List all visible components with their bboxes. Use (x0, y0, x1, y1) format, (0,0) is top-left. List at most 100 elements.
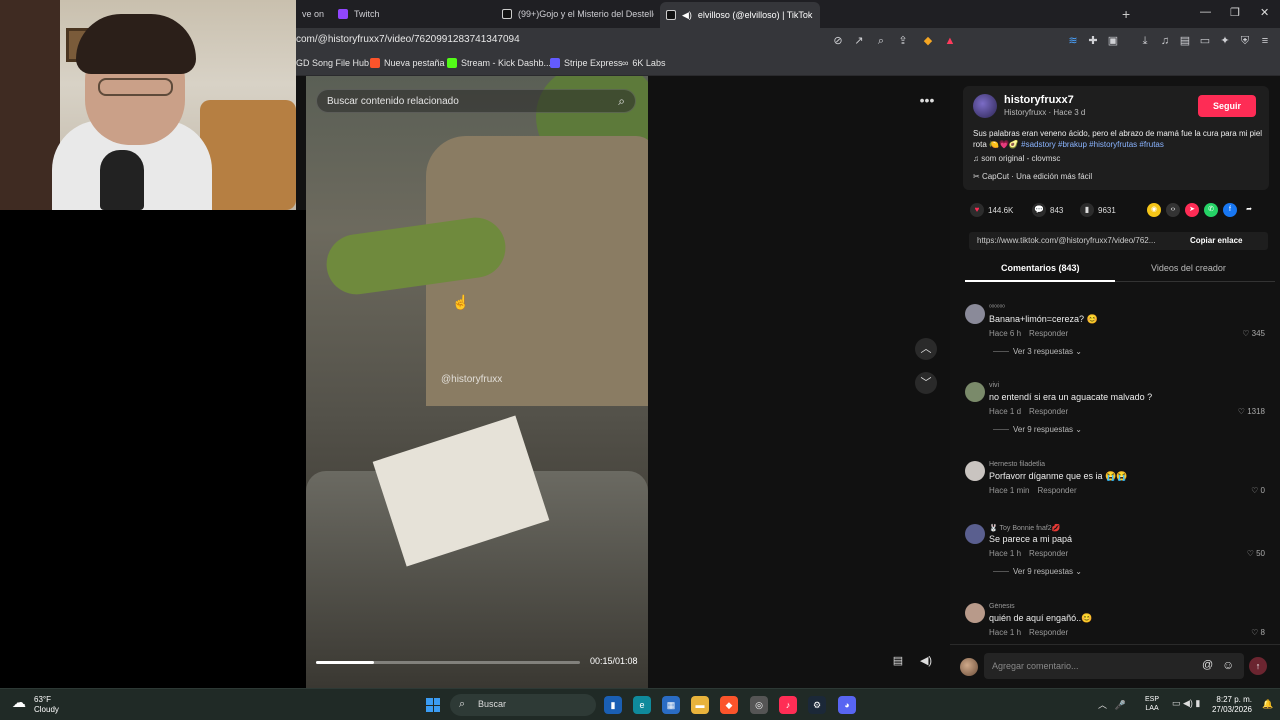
comment-likes[interactable]: ♡ 1318 (1238, 407, 1265, 416)
capcut-link[interactable]: ✂ CapCut · Una edición más fácil (973, 172, 1092, 181)
brave-shield-icon[interactable]: ◆ (921, 34, 935, 48)
brave-rewards-icon[interactable]: ▲ (943, 34, 957, 48)
language-indicator[interactable]: ESP LAA (1145, 695, 1159, 713)
description-tags[interactable]: #sadstory #brakup #historyfrutas #frutas (1021, 140, 1164, 149)
new-tab-button[interactable]: + (1122, 6, 1130, 22)
save-stat[interactable]: ▮ 9631 (1080, 203, 1116, 217)
comment-user[interactable]: Génesis (989, 603, 1015, 610)
creator-avatar[interactable] (973, 94, 997, 118)
comment-user[interactable]: Hernesto filadetlia (989, 461, 1045, 468)
comment-likes[interactable]: ♡ 8 (1251, 628, 1265, 637)
screenshot-icon[interactable]: ▣ (1106, 34, 1120, 48)
more-options-icon[interactable]: ••• (916, 89, 938, 111)
comment-avatar[interactable] (965, 382, 985, 402)
reply-button[interactable]: Responder (1037, 486, 1076, 495)
search-icon[interactable]: ⌕ (618, 94, 625, 109)
comment-user[interactable]: vivi (989, 382, 999, 389)
volume-icon[interactable]: ◀) (915, 650, 937, 672)
media-icon[interactable]: ♫ (1158, 34, 1172, 48)
tab-twitch[interactable]: Twitch (332, 4, 492, 24)
copy-link-button[interactable]: Copiar enlace (1190, 236, 1242, 245)
open-external-icon[interactable]: ↗ (852, 34, 866, 48)
comment-likes[interactable]: ♡ 345 (1242, 329, 1265, 338)
comment-likes[interactable]: ♡ 0 (1251, 486, 1265, 495)
tab-gojo[interactable]: (99+)Gojo y el Misterio del Destello N (496, 4, 654, 24)
video-progress-bar[interactable] (316, 661, 580, 664)
clock[interactable]: 8:27 p. m. 27/03/2026 (1210, 695, 1252, 715)
comment-stat[interactable]: 💬 843 (1032, 203, 1063, 217)
view-replies-button[interactable]: Ver 9 respuestas ⌄ (993, 567, 1082, 576)
extensions-icon[interactable]: ✚ (1086, 34, 1100, 48)
comment-avatar[interactable] (965, 603, 985, 623)
maximize-icon[interactable]: ❐ (1230, 6, 1240, 19)
follow-button[interactable]: Seguir (1198, 95, 1256, 117)
comment-avatar[interactable] (965, 524, 985, 544)
share-arrow-icon[interactable]: ➦ (1242, 203, 1256, 217)
whatsapp-icon[interactable]: ✆ (1204, 203, 1218, 217)
steam-icon[interactable]: ⚙ (808, 696, 826, 714)
windows-start-icon[interactable] (426, 698, 440, 712)
captions-icon[interactable]: ▤ (887, 650, 909, 672)
view-replies-button[interactable]: Ver 9 respuestas ⌄ (993, 425, 1082, 434)
leo-icon[interactable]: ✦ (1218, 34, 1232, 48)
app-icon[interactable]: ▮ (604, 696, 622, 714)
zoom-icon[interactable]: ⌕ (874, 34, 888, 48)
comment-avatar[interactable] (965, 304, 985, 324)
menu-icon[interactable]: ≡ (1258, 34, 1272, 48)
comment-avatar[interactable] (965, 461, 985, 481)
window-close-icon[interactable]: ✕ (1260, 6, 1269, 19)
tiktok-app-icon[interactable]: ♪ (779, 696, 797, 714)
previous-video-button[interactable]: ︿ (915, 338, 937, 360)
like-stat[interactable]: ♥ 144.6K (970, 203, 1013, 217)
url-field[interactable]: com/@historyfruxx7/video/762099128374134… (296, 34, 520, 45)
facebook-icon[interactable]: f (1223, 203, 1237, 217)
embed-icon[interactable]: ‹› (1166, 203, 1180, 217)
obs-icon[interactable]: ◎ (750, 696, 768, 714)
reply-button[interactable]: Responder (1029, 407, 1068, 416)
download-icon[interactable]: ⤓ (1138, 34, 1152, 48)
tab-comments[interactable]: Comentarios (843) (1001, 263, 1080, 273)
reply-button[interactable]: Responder (1029, 549, 1068, 558)
no-image-icon[interactable]: ⊘ (831, 34, 845, 48)
tab-creator-videos[interactable]: Videos del creador (1151, 263, 1226, 273)
discord-icon[interactable]: ◕ (838, 696, 856, 714)
edge-icon[interactable]: e (633, 696, 651, 714)
comment-user[interactable]: ᵒᵒᵒᵒᵒᵒ (989, 304, 1005, 311)
network-icon[interactable]: ▭ ◀) ▮ (1172, 698, 1200, 709)
bookmark-item[interactable]: GD Song File Hub (296, 58, 369, 68)
comment-user[interactable]: 🐰 Toy Bonnie fnaf2💋 (989, 524, 1060, 532)
audio-wave-icon[interactable]: ≋ (1066, 34, 1080, 48)
emoji-icon[interactable]: ☺ (1222, 658, 1234, 672)
tab-item[interactable]: ve on I (296, 4, 326, 24)
video-player[interactable]: Buscar contenido relacionado ⌕ @historyf… (306, 76, 648, 688)
wallet-icon[interactable]: ▭ (1198, 34, 1212, 48)
taskbar-search[interactable]: ⌕ Buscar (450, 694, 596, 716)
view-replies-button[interactable]: Ver 3 respuestas ⌄ (993, 347, 1082, 356)
reply-button[interactable]: Responder (1029, 329, 1068, 338)
store-icon[interactable]: ▦ (662, 696, 680, 714)
sidebar-icon[interactable]: ▤ (1178, 34, 1192, 48)
system-tray[interactable]: ︿ 🎤 (1098, 698, 1126, 711)
tab-elvilloso[interactable]: ◀) elvilloso (@elvilloso) | TikTok ✕ (660, 2, 820, 28)
vpn-icon[interactable]: ⛨ (1238, 34, 1252, 48)
bookmark-item[interactable]: Stripe Express (550, 58, 623, 68)
comment-likes[interactable]: ♡ 50 (1247, 549, 1265, 558)
send-icon[interactable]: ➤ (1185, 203, 1199, 217)
next-video-button[interactable]: ﹀ (915, 372, 937, 394)
bookmark-item[interactable]: Stream - Kick Dashb... (447, 58, 551, 68)
bookmark-item[interactable]: Nueva pestaña (370, 58, 445, 68)
reply-button[interactable]: Responder (1029, 628, 1068, 637)
notifications-icon[interactable]: 🔔 (1262, 699, 1273, 710)
brave-icon[interactable]: ◆ (720, 696, 738, 714)
minimize-icon[interactable]: — (1200, 6, 1211, 18)
folder-icon[interactable]: ▬ (691, 696, 709, 714)
creator-username[interactable]: historyfruxx7 (1004, 94, 1074, 106)
bookmark-item[interactable]: ∞ 6K Labs (622, 58, 665, 68)
link-url[interactable]: https://www.tiktok.com/@historyfruxx7/vi… (977, 236, 1177, 245)
share-icon[interactable]: ⇪ (896, 34, 910, 48)
send-comment-button[interactable]: ↑ (1249, 657, 1267, 675)
mention-icon[interactable]: @ (1202, 659, 1213, 671)
related-search-input[interactable]: Buscar contenido relacionado ⌕ (316, 89, 636, 113)
coin-icon[interactable]: ◉ (1147, 203, 1161, 217)
music-link[interactable]: ♫ som original - clovmsc (973, 154, 1060, 163)
